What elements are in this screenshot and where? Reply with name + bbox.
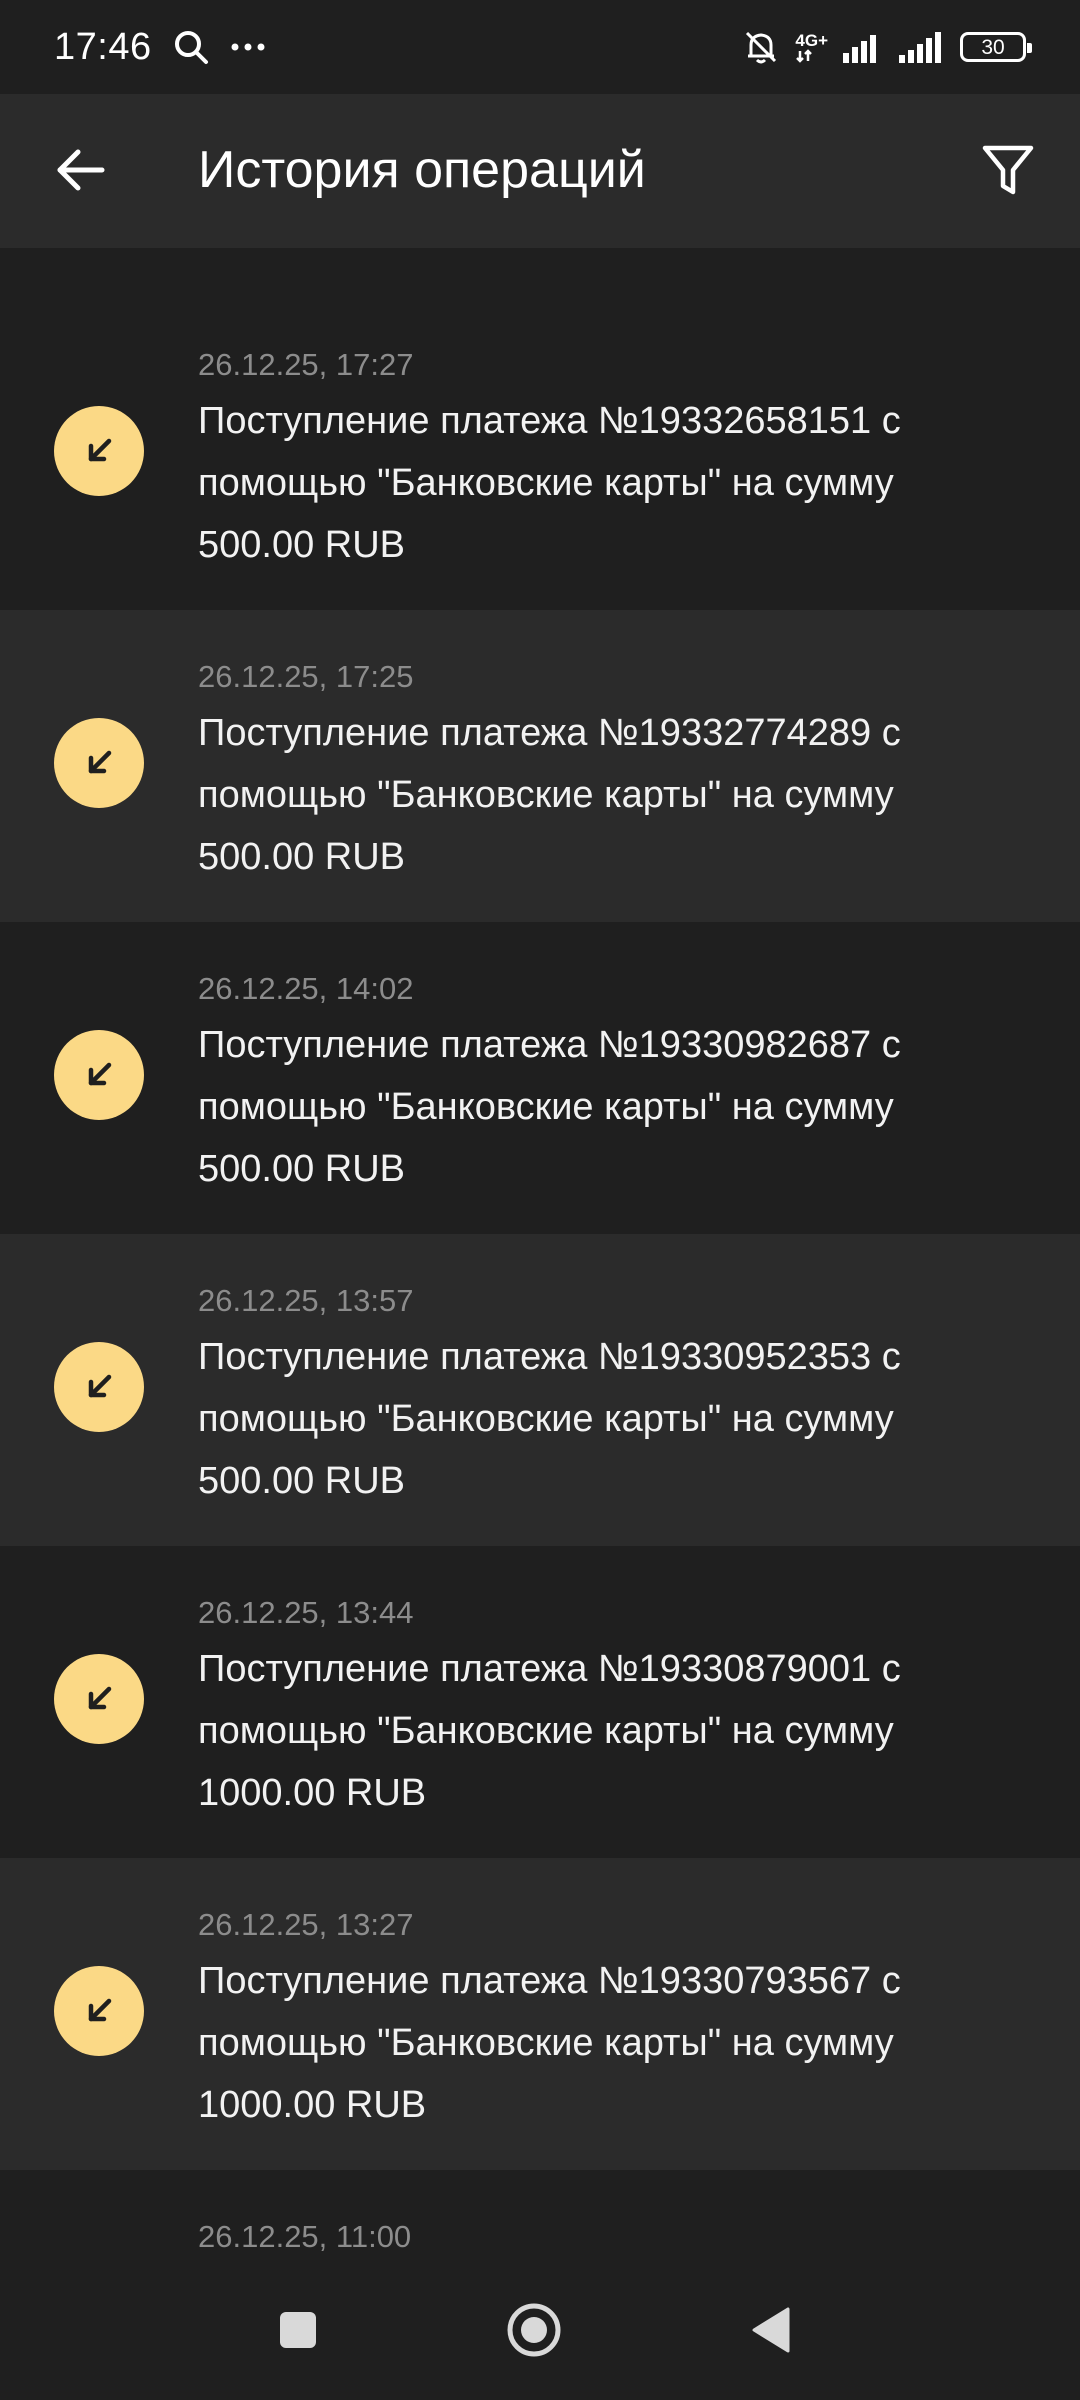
bell-off-icon bbox=[741, 27, 781, 67]
filter-button[interactable] bbox=[972, 134, 1044, 206]
operation-date: 26.12.25, 17:27 bbox=[198, 347, 414, 382]
incoming-arrow-icon bbox=[54, 718, 144, 808]
operation-item[interactable]: 26.12.25, 13:27 Поступление платежа №1933… bbox=[0, 1858, 1080, 2170]
incoming-arrow-icon bbox=[54, 1966, 144, 2056]
battery-icon: 30 bbox=[960, 32, 1032, 62]
screen: 17:46 4G+ 30 История операций 26.12.25, … bbox=[0, 0, 1080, 2400]
operation-item[interactable]: 26.12.25, 11:00 bbox=[0, 2170, 1080, 2260]
operation-description: Поступление платежа №19332658151 с помощ… bbox=[198, 400, 901, 566]
operation-item[interactable]: 26.12.25, 14:02 Поступление платежа №1933… bbox=[0, 922, 1080, 1234]
recents-button[interactable] bbox=[258, 2290, 338, 2370]
recents-square-icon bbox=[280, 2312, 316, 2348]
operation-date: 26.12.25, 17:25 bbox=[198, 659, 414, 694]
operation-description: Поступление платежа №19332774289 с помощ… bbox=[198, 712, 901, 878]
operation-description: Поступление платежа №19330952353 с помощ… bbox=[198, 1336, 901, 1502]
operation-text: 26.12.25, 17:27 Поступление платежа №1933… bbox=[198, 346, 998, 576]
page-title: История операций bbox=[198, 141, 646, 199]
arrow-left-icon bbox=[57, 149, 105, 191]
signal-icon-2 bbox=[898, 31, 946, 63]
incoming-arrow-icon bbox=[54, 1342, 144, 1432]
operation-item[interactable]: 26.12.25, 13:44 Поступление платежа №1933… bbox=[0, 1546, 1080, 1858]
home-button[interactable] bbox=[494, 2290, 574, 2370]
incoming-arrow-icon bbox=[54, 406, 144, 496]
list-top-spacer bbox=[0, 248, 1080, 298]
status-left: 17:46 bbox=[54, 26, 266, 69]
operation-item[interactable]: 26.12.25, 13:57 Поступление платежа №1933… bbox=[0, 1234, 1080, 1546]
signal-icon bbox=[842, 31, 884, 63]
incoming-arrow-icon bbox=[54, 1654, 144, 1744]
operation-date: 26.12.25, 13:27 bbox=[198, 1907, 414, 1942]
status-right: 4G+ 30 bbox=[741, 27, 1032, 67]
operation-description: Поступление платежа №19330982687 с помощ… bbox=[198, 1024, 901, 1190]
home-circle-icon bbox=[507, 2303, 561, 2357]
operation-text: 26.12.25, 13:44 Поступление платежа №1933… bbox=[198, 1594, 998, 1824]
status-bar: 17:46 4G+ 30 bbox=[0, 0, 1080, 94]
back-triangle-icon bbox=[752, 2307, 790, 2353]
operation-text: 26.12.25, 11:00 bbox=[198, 2218, 998, 2260]
back-button[interactable] bbox=[44, 134, 116, 206]
more-icon bbox=[230, 42, 266, 52]
operation-description: Поступление платежа №19330793567 с помощ… bbox=[198, 1960, 901, 2126]
operation-description: Поступление платежа №19330879001 с помощ… bbox=[198, 1648, 901, 1814]
status-time: 17:46 bbox=[54, 25, 152, 68]
app-bar: История операций bbox=[0, 94, 1080, 248]
operation-text: 26.12.25, 14:02 Поступление платежа №1933… bbox=[198, 970, 998, 1200]
navigation-bar bbox=[0, 2260, 1080, 2400]
nav-back-button[interactable] bbox=[730, 2290, 810, 2370]
filter-icon bbox=[982, 145, 1034, 195]
operation-date: 26.12.25, 11:00 bbox=[198, 2219, 412, 2254]
operation-date: 26.12.25, 13:44 bbox=[198, 1595, 414, 1630]
search-icon bbox=[172, 28, 210, 66]
operation-text: 26.12.25, 13:27 Поступление платежа №1933… bbox=[198, 1906, 998, 2136]
operation-item[interactable]: 26.12.25, 17:25 Поступление платежа №1933… bbox=[0, 610, 1080, 922]
incoming-arrow-icon bbox=[54, 1030, 144, 1120]
operation-text: 26.12.25, 13:57 Поступление платежа №1933… bbox=[198, 1282, 998, 1512]
operation-item[interactable]: 26.12.25, 17:27 Поступление платежа №1933… bbox=[0, 298, 1080, 610]
operation-date: 26.12.25, 13:57 bbox=[198, 1283, 414, 1318]
battery-level: 30 bbox=[981, 35, 1005, 59]
operations-list[interactable]: 26.12.25, 17:27 Поступление платежа №1933… bbox=[0, 248, 1080, 2260]
operation-text: 26.12.25, 17:25 Поступление платежа №1933… bbox=[198, 658, 998, 888]
network-label: 4G+ bbox=[795, 30, 828, 50]
network-4g-icon: 4G+ bbox=[795, 32, 828, 63]
operation-date: 26.12.25, 14:02 bbox=[198, 971, 414, 1006]
